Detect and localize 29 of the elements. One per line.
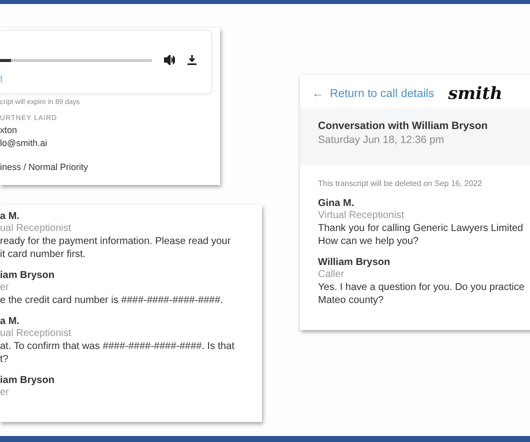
speaker-role: ual Receptionist	[0, 223, 72, 235]
conversation-date: Saturday Jun 18, 12:36 pm	[318, 134, 446, 146]
message-text: e the credit card number is ####-####-####-####.	[0, 294, 224, 307]
speaker-name: iam Bryson	[0, 374, 56, 387]
speaker-role: Virtual Receptionist	[318, 210, 405, 222]
speaker-name: a M.	[0, 315, 20, 328]
speaker-role: ual Receptionist	[0, 328, 72, 340]
contact-line: lo@smith.ai	[0, 138, 48, 148]
message-text: Yes. I have a question for you. Do you practice Mateo county?	[318, 281, 526, 307]
conversation-title: Conversation with William Bryson	[318, 120, 489, 132]
speaker-role: er	[0, 282, 10, 294]
speaker-name: William Bryson	[318, 256, 392, 269]
volume-icon[interactable]	[164, 55, 175, 65]
speaker-name: a M.	[0, 210, 20, 223]
contact-line: xton	[0, 125, 18, 135]
message-text: Thank you for calling Generic Lawyers Limited How can we help you?	[318, 222, 524, 248]
message-text: ready for the payment information. Please read your it card number first.	[0, 235, 232, 261]
download-icon[interactable]	[187, 55, 197, 65]
priority-text: iness / Normal Priority	[0, 162, 90, 172]
deletion-note: This transcript will be deleted on Sep 16, 2022	[318, 179, 484, 188]
speaker-name: iam Bryson	[0, 269, 56, 282]
progress-track[interactable]	[0, 58, 152, 62]
speaker-name: Gina M.	[318, 197, 356, 210]
logo: smith	[448, 84, 502, 104]
speaker-role: er	[0, 387, 10, 399]
back-link[interactable]: ← Return to call details	[312, 88, 434, 100]
transcript-link[interactable]: t	[0, 74, 211, 85]
message-text: at. To confirm that was ####-####-####-####. Is that t?	[0, 340, 236, 366]
speaker-role: Caller	[318, 269, 346, 281]
